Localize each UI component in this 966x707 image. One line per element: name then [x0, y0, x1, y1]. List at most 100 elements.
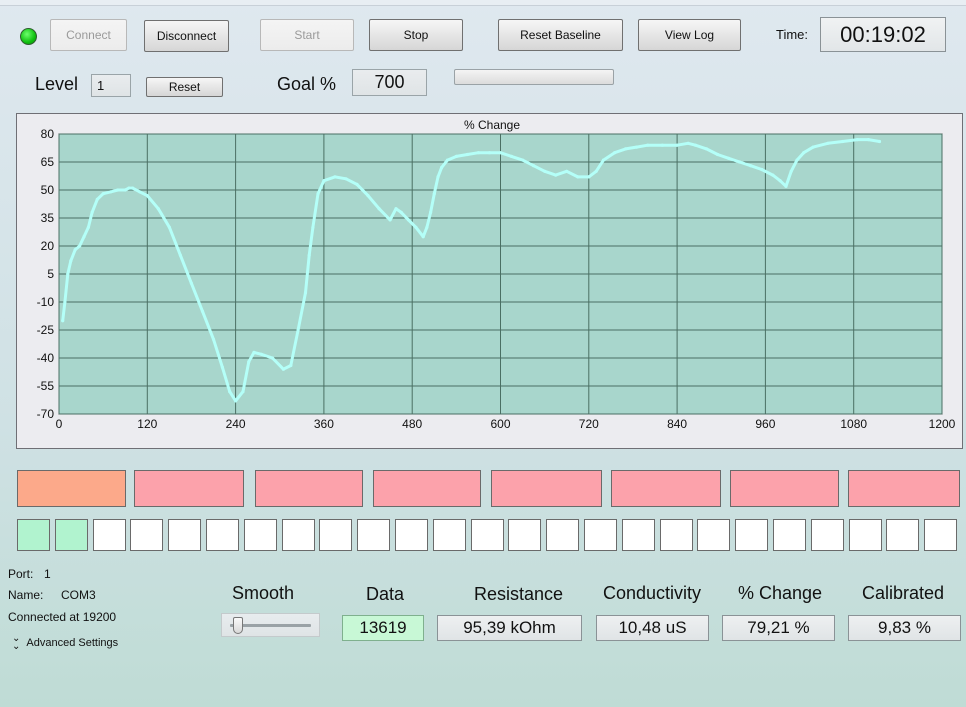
level-cell: [848, 519, 882, 551]
data-point: [333, 175, 337, 179]
data-point: [394, 207, 398, 211]
data-point: [429, 210, 433, 214]
zone-box-2: [134, 470, 244, 507]
data-point: [565, 169, 569, 173]
goal-label: Goal %: [277, 74, 337, 94]
data-point: [414, 225, 418, 229]
zone-box-3: [255, 470, 363, 507]
data-point: [826, 141, 830, 145]
data-point: [220, 365, 224, 369]
data-value: 13619: [342, 615, 424, 641]
data-point: [704, 147, 709, 151]
data-point: [646, 143, 650, 147]
y-tick-label: -70: [37, 407, 55, 421]
level-cell: [357, 519, 391, 551]
zone-box-4: [373, 470, 481, 507]
data-point: [108, 190, 113, 194]
data-point: [716, 152, 720, 157]
data-point: [241, 390, 245, 394]
name-value: COM3: [61, 588, 96, 602]
data-point: [296, 328, 300, 332]
level-cell: [92, 519, 126, 551]
data-point: [601, 158, 606, 162]
level-cell: [773, 519, 806, 551]
data-point: [259, 352, 263, 356]
data-point: [82, 235, 86, 239]
data-point: [211, 337, 216, 341]
data-point: [576, 175, 580, 179]
double-chevron-down-icon: ⌄ ⌄: [12, 633, 21, 652]
data-point: [866, 138, 871, 142]
level-cell: [735, 519, 769, 551]
y-tick-label: -40: [37, 351, 55, 365]
view-log-button[interactable]: View Log: [638, 19, 741, 51]
data-point: [749, 164, 753, 168]
calibrated-value: 9,83 %: [848, 615, 961, 641]
data-point: [795, 158, 799, 162]
menu-bar: [0, 0, 966, 6]
level-input[interactable]: 1: [91, 74, 131, 97]
level-cell: [395, 519, 428, 551]
level-cell: [281, 519, 315, 551]
data-point: [101, 192, 105, 196]
stop-button[interactable]: Stop: [369, 19, 463, 51]
data-point: [66, 272, 70, 276]
data-point: [366, 194, 370, 198]
data-point: [86, 225, 90, 229]
level-label: Level: [35, 74, 79, 94]
data-point: [543, 169, 547, 173]
data-point: [660, 143, 665, 147]
data-point: [189, 281, 193, 285]
data-point: [454, 154, 458, 158]
level-cell: [206, 519, 239, 551]
disconnect-button[interactable]: Disconnect: [144, 20, 229, 52]
level-cell: [470, 519, 504, 551]
data-point: [877, 139, 882, 144]
data-point: [811, 145, 815, 149]
level-cell: [168, 519, 202, 551]
data-point: [344, 177, 348, 181]
data-point: [90, 210, 94, 214]
data-point: [587, 175, 591, 179]
data-point: [613, 151, 617, 155]
x-tick-label: 1080: [840, 417, 867, 431]
data-point: [841, 139, 845, 144]
y-tick-label: 80: [41, 127, 55, 141]
level-reset-button[interactable]: Reset: [146, 77, 223, 97]
connection-status-text: Connected at 19200: [8, 610, 117, 624]
data-point: [355, 182, 359, 186]
data-point: [693, 143, 698, 147]
port-value: 1: [44, 567, 51, 581]
data-point: [252, 350, 256, 354]
goal-input[interactable]: 700: [352, 69, 427, 96]
connection-status-led: [20, 28, 37, 45]
data-point: [521, 158, 525, 162]
data-point: [63, 300, 67, 304]
y-tick-label: 35: [41, 211, 55, 225]
zone-box-5: [491, 470, 602, 507]
level-cell: [584, 519, 617, 551]
data-point: [95, 197, 99, 201]
data-point: [778, 179, 782, 183]
data-point: [440, 166, 444, 170]
name-label: Name:: [8, 588, 44, 602]
advanced-settings-toggle[interactable]: ⌄ ⌄ Advanced Settings: [12, 633, 119, 652]
data-point: [234, 399, 238, 403]
level-cell: [886, 519, 920, 551]
smooth-slider[interactable]: [221, 613, 320, 637]
level-cell: [17, 519, 50, 551]
level-cell: [319, 519, 353, 551]
data-point: [61, 319, 65, 323]
reset-baseline-button[interactable]: Reset Baseline: [498, 19, 623, 51]
connect-button[interactable]: Connect: [50, 19, 127, 51]
start-button[interactable]: Start: [260, 19, 354, 51]
resistance-label: Resistance: [474, 584, 564, 604]
smooth-slider-thumb[interactable]: [232, 617, 243, 634]
x-tick-label: 720: [579, 417, 599, 431]
level-cell: [130, 519, 164, 551]
data-point: [465, 152, 469, 157]
data-point: [131, 186, 135, 190]
data-point: [247, 360, 251, 364]
data-point: [487, 151, 492, 155]
advanced-settings-label: Advanced Settings: [26, 637, 119, 649]
